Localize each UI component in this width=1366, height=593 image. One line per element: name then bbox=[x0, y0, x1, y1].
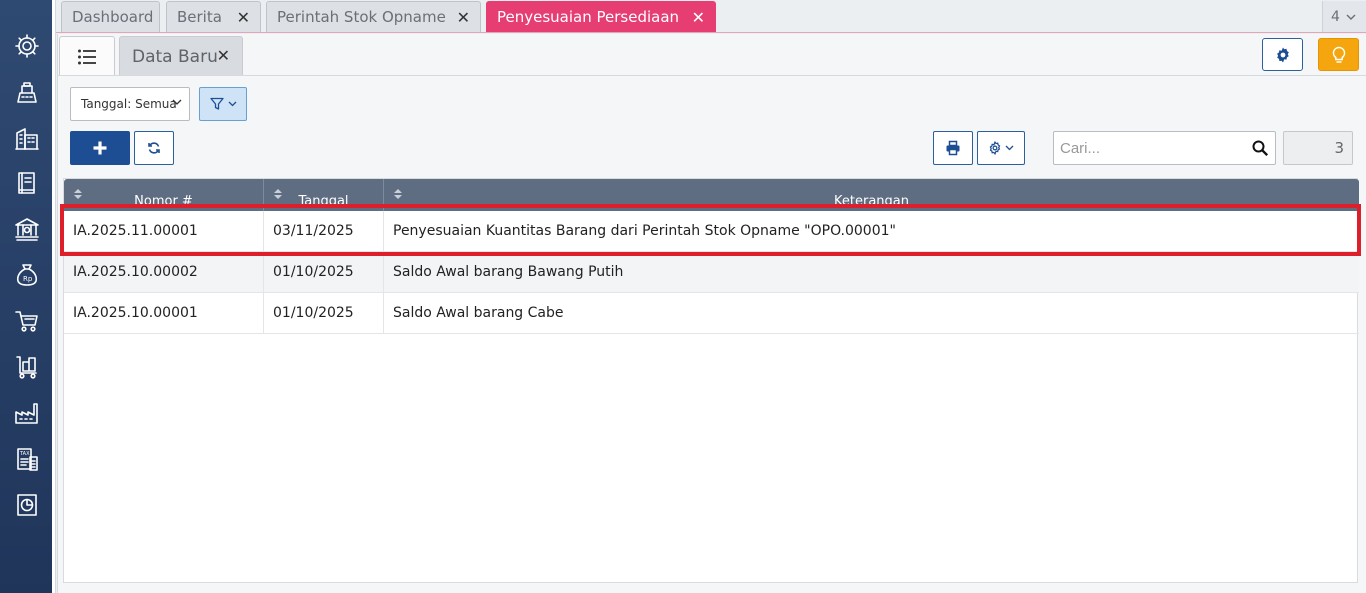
tab-label: Perintah Stok Opname bbox=[277, 8, 446, 26]
list-icon bbox=[78, 49, 96, 64]
search-field[interactable] bbox=[1053, 131, 1276, 165]
print-button[interactable] bbox=[933, 131, 973, 165]
chevron-down-icon bbox=[1346, 14, 1356, 20]
money-bag-icon[interactable]: Rp bbox=[12, 260, 42, 290]
column-header-nomor[interactable]: Nomor # bbox=[64, 179, 264, 211]
inventory-cart-icon[interactable] bbox=[12, 352, 42, 382]
table-row[interactable]: IA.2025.10.00002 01/10/2025 Saldo Awal b… bbox=[64, 252, 1359, 293]
tab-label: Berita bbox=[177, 8, 222, 26]
tax-document-icon[interactable]: TAX bbox=[12, 444, 42, 474]
lightbulb-icon bbox=[1332, 46, 1345, 63]
chevron-down-icon bbox=[172, 99, 182, 105]
close-icon[interactable]: ✕ bbox=[237, 8, 250, 27]
page-settings-button[interactable] bbox=[1262, 38, 1303, 71]
svg-text:TAX: TAX bbox=[19, 451, 30, 457]
date-filter-value: Tanggal: Semua bbox=[81, 97, 177, 111]
record-count-value: 3 bbox=[1334, 139, 1344, 157]
tips-button[interactable] bbox=[1318, 38, 1359, 71]
record-count: 3 bbox=[1283, 131, 1353, 165]
filter-icon bbox=[209, 97, 224, 110]
gear-icon bbox=[1276, 47, 1289, 62]
chevron-down-icon bbox=[228, 101, 236, 107]
svg-text:Rp: Rp bbox=[23, 275, 33, 283]
plus-icon bbox=[93, 141, 107, 155]
gear-icon bbox=[989, 141, 1001, 155]
sort-icon bbox=[394, 189, 402, 199]
tab-label: Penyesuaian Persediaan bbox=[497, 8, 680, 26]
divider bbox=[58, 75, 1366, 76]
sort-icon bbox=[74, 189, 82, 199]
tab-dashboard[interactable]: Dashboard bbox=[61, 1, 160, 32]
building-icon[interactable] bbox=[12, 123, 42, 153]
tab-count-value: 4 bbox=[1331, 8, 1340, 25]
main-panel: Data Baru ✕ Tanggal: Semua Cari... 3 Nom… bbox=[57, 34, 1366, 593]
printer-icon bbox=[946, 140, 960, 156]
cell-tanggal: 01/10/2025 bbox=[264, 293, 384, 333]
cell-tanggal: 03/11/2025 bbox=[264, 211, 384, 251]
tab-label: Data Baru bbox=[132, 46, 218, 67]
cell-keterangan: Saldo Awal barang Cabe bbox=[393, 305, 564, 321]
tab-perintah-stok-opname[interactable]: Perintah Stok Opname ✕ bbox=[266, 1, 481, 32]
column-header-label: Keterangan bbox=[834, 194, 909, 209]
cell-keterangan: Penyesuaian Kuantitas Barang dari Perint… bbox=[393, 223, 896, 239]
table-settings-button[interactable] bbox=[977, 131, 1025, 165]
add-button[interactable] bbox=[70, 131, 130, 165]
column-header-keterangan[interactable]: Keterangan bbox=[384, 179, 1359, 211]
cell-tanggal: 01/10/2025 bbox=[264, 252, 384, 292]
date-filter-select[interactable]: Tanggal: Semua bbox=[70, 87, 190, 121]
top-tab-bar: Dashboard Berita ✕ Perintah Stok Opname … bbox=[56, 0, 1366, 33]
tab-count-dropdown[interactable]: 4 bbox=[1322, 1, 1366, 32]
column-header-label: Nomor # bbox=[134, 194, 193, 209]
data-table: Nomor # Tanggal Keterangan IA.2025.11.00… bbox=[60, 178, 1361, 583]
tab-label: Dashboard bbox=[72, 8, 154, 26]
filter-button[interactable] bbox=[199, 87, 247, 121]
sort-icon bbox=[274, 189, 282, 199]
refresh-button[interactable] bbox=[134, 131, 174, 165]
cell-nomor: IA.2025.10.00001 bbox=[64, 293, 264, 333]
shopping-cart-icon[interactable] bbox=[12, 306, 42, 336]
cell-keterangan: Saldo Awal barang Bawang Putih bbox=[393, 264, 624, 280]
close-icon[interactable]: ✕ bbox=[457, 8, 470, 27]
bank-icon[interactable] bbox=[12, 214, 42, 244]
table-row[interactable]: IA.2025.11.00001 03/11/2025 Penyesuaian … bbox=[64, 211, 1359, 252]
search-input[interactable] bbox=[1054, 132, 1244, 164]
tab-penyesuaian-persediaan[interactable]: Penyesuaian Persediaan ✕ bbox=[486, 1, 716, 32]
search-icon[interactable] bbox=[1251, 139, 1269, 157]
close-icon[interactable]: ✕ bbox=[692, 8, 705, 27]
chevron-down-icon bbox=[1005, 145, 1014, 151]
cell-nomor: IA.2025.10.00002 bbox=[64, 252, 264, 292]
tab-berita[interactable]: Berita ✕ bbox=[166, 1, 261, 32]
sidebar: Rp TAX bbox=[0, 0, 56, 593]
tab-data-baru[interactable]: Data Baru ✕ bbox=[119, 36, 243, 76]
table-header: Nomor # Tanggal Keterangan bbox=[64, 179, 1359, 211]
table-row[interactable]: IA.2025.10.00001 01/10/2025 Saldo Awal b… bbox=[64, 293, 1359, 334]
column-header-tanggal[interactable]: Tanggal bbox=[264, 179, 384, 211]
report-chart-icon[interactable] bbox=[12, 490, 42, 520]
settings-icon[interactable] bbox=[12, 31, 42, 61]
tab-list-view[interactable] bbox=[59, 36, 115, 76]
factory-icon[interactable] bbox=[12, 398, 42, 428]
close-icon[interactable]: ✕ bbox=[217, 46, 230, 65]
cell-nomor: IA.2025.11.00001 bbox=[64, 211, 264, 251]
refresh-icon bbox=[148, 142, 160, 154]
ledger-book-icon[interactable] bbox=[12, 168, 42, 198]
cash-register-icon[interactable] bbox=[12, 77, 42, 107]
